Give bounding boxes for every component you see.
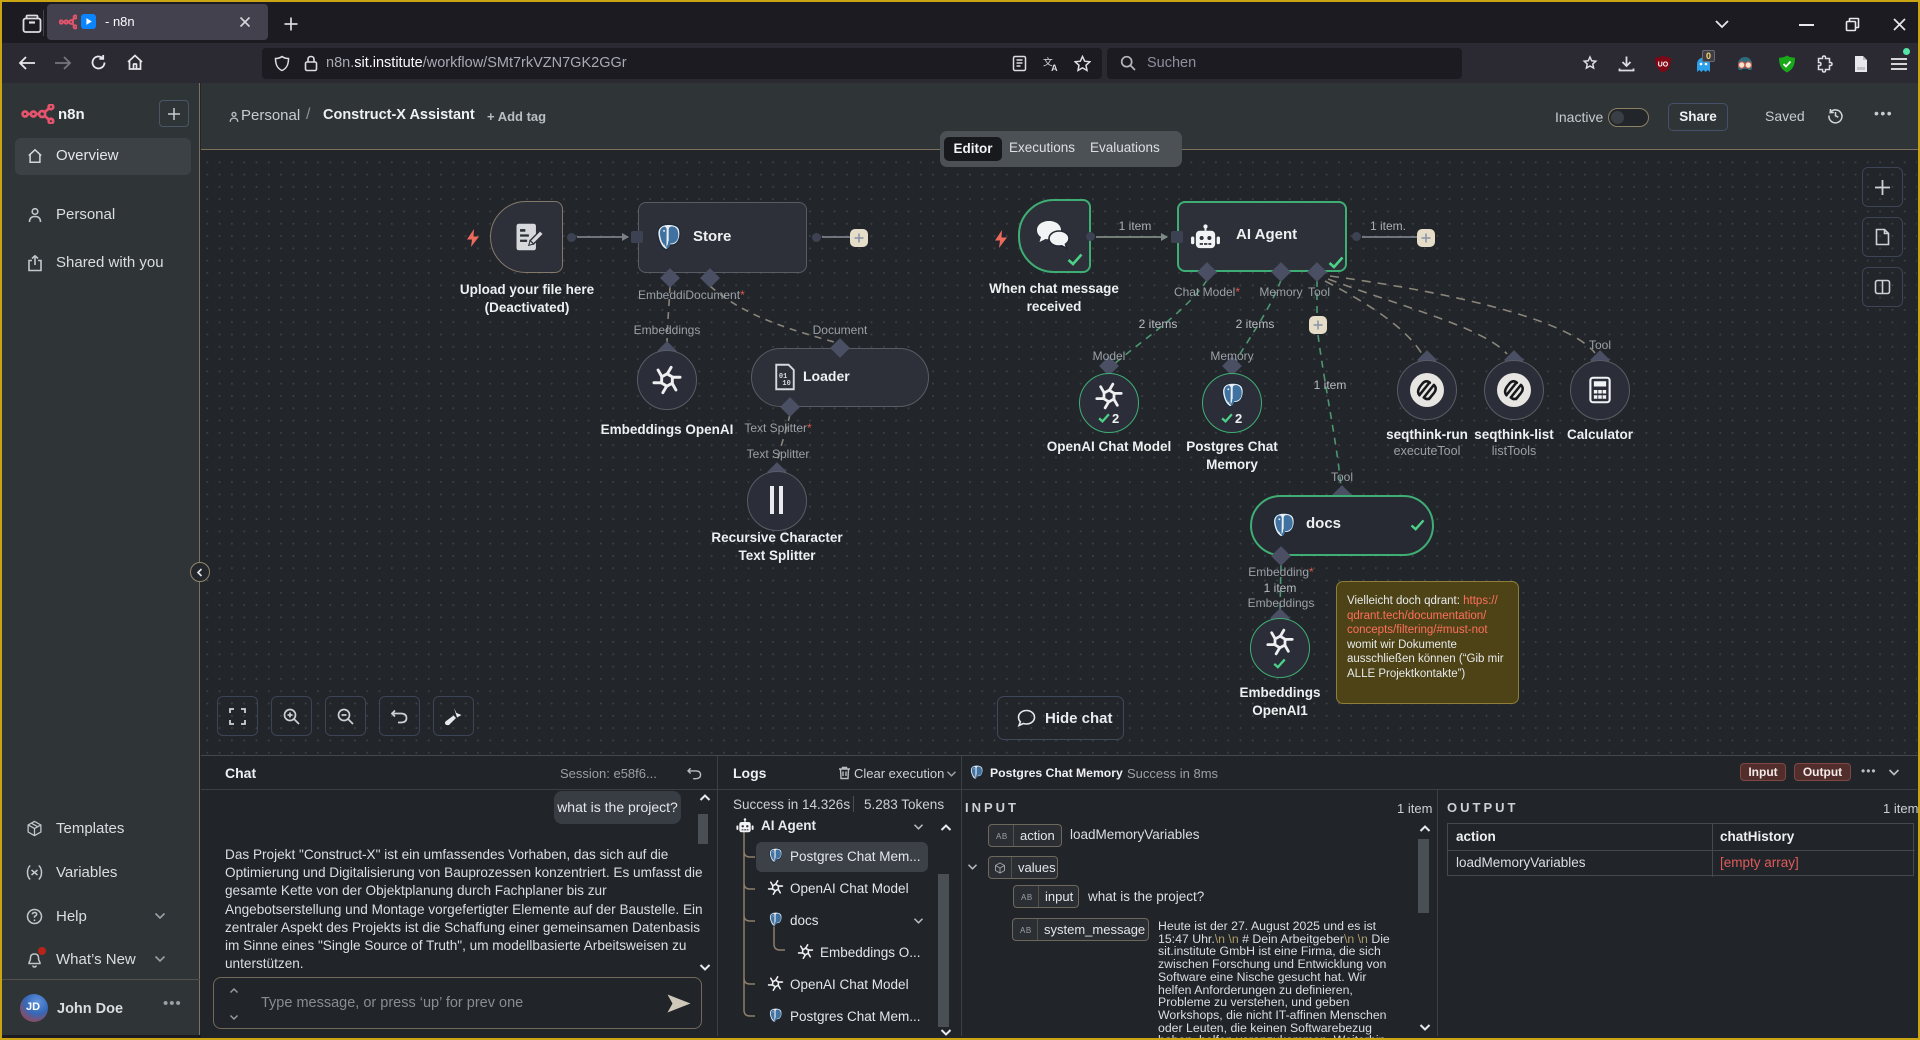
svg-text:A: A [1051,63,1058,72]
svg-text:UO: UO [1658,62,1669,69]
